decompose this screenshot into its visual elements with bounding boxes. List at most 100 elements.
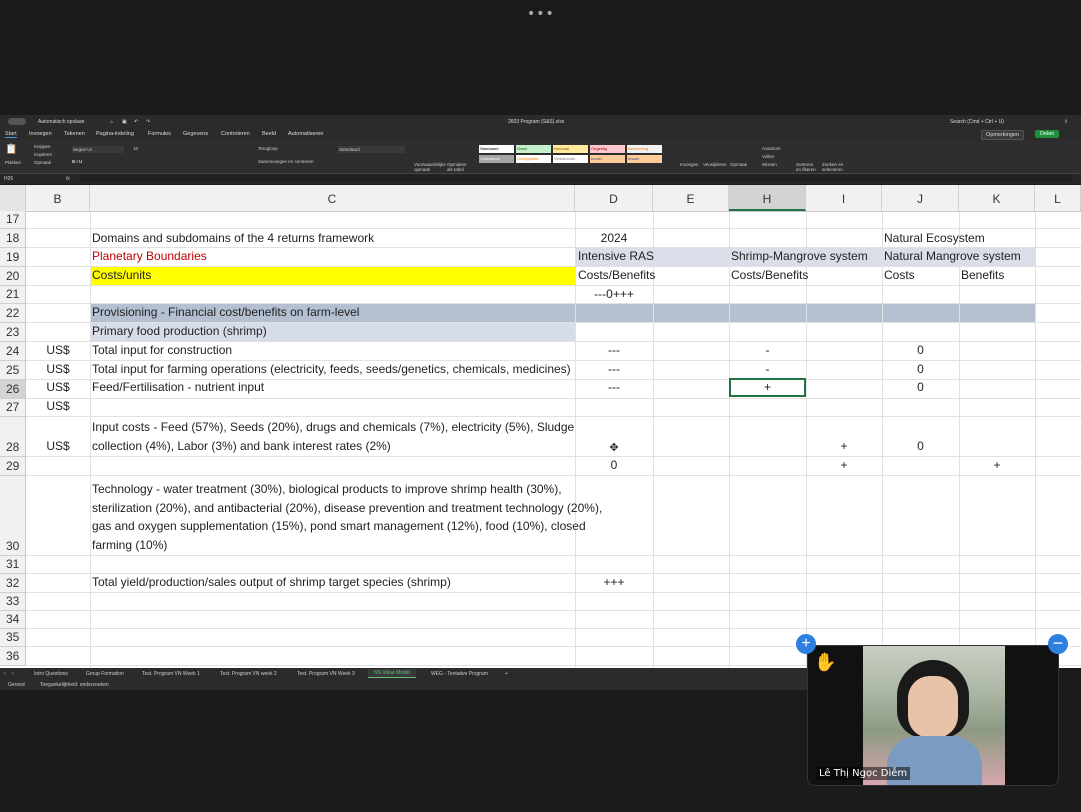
cell-style-neutraal[interactable]: Neutraal bbox=[553, 145, 588, 153]
row-header-22[interactable]: 22 bbox=[0, 304, 26, 323]
column-header-l[interactable]: L bbox=[1035, 185, 1081, 211]
row-header-17[interactable]: 17 bbox=[0, 211, 26, 229]
row-header-27[interactable]: 27 bbox=[0, 399, 26, 417]
column-header-b[interactable]: B bbox=[26, 185, 90, 211]
cell-c26[interactable]: Feed/Fertilisation - nutrient input bbox=[92, 378, 264, 396]
cell-style-goed[interactable]: Goed bbox=[516, 145, 551, 153]
row-header-31[interactable]: 31 bbox=[0, 556, 26, 574]
cell-c23[interactable]: Primary food production (shrimp) bbox=[92, 322, 267, 340]
accessibility-status[interactable]: Toegankelijkheid: onderzoeken bbox=[40, 682, 109, 688]
tab-page-layout[interactable]: Pagina-indeling bbox=[96, 131, 134, 137]
search-box[interactable]: Search (Cmd + Ctrl + U) bbox=[950, 119, 1004, 125]
find-select-button[interactable]: Zoeken en selecteren bbox=[822, 162, 844, 172]
conditional-format-button[interactable]: Voorwaardelijke opmaak bbox=[414, 162, 446, 172]
paste-label[interactable]: Plakken bbox=[5, 160, 21, 165]
cell-c18[interactable]: Domains and subdomains of the 4 returns … bbox=[92, 229, 374, 247]
autosum-button[interactable]: AutoSom bbox=[762, 146, 781, 151]
sheet-tab[interactable]: Test. Program VN week 2 bbox=[220, 671, 277, 677]
column-header-i[interactable]: I bbox=[806, 185, 882, 211]
cell-d25[interactable]: --- bbox=[575, 360, 653, 378]
tab-insert[interactable]: Invoegen bbox=[29, 131, 52, 137]
row-header-19[interactable]: 19 bbox=[0, 248, 26, 267]
undo-icon[interactable]: ↶ bbox=[134, 119, 138, 125]
tab-formulas[interactable]: Formules bbox=[148, 131, 171, 137]
copy-button[interactable]: Kopiëren bbox=[34, 152, 52, 157]
fill-button[interactable]: Vullen bbox=[762, 154, 774, 159]
cell-d18[interactable]: 2024 bbox=[575, 229, 653, 247]
cell-b26[interactable]: US$ bbox=[26, 378, 90, 396]
sheet-tab[interactable]: Test. Program VN Week 1 bbox=[142, 671, 200, 677]
cell-k20[interactable]: Benefits bbox=[961, 266, 1004, 284]
paste-icon[interactable]: 📋 bbox=[5, 144, 17, 155]
format-cells-button[interactable]: Opmaak bbox=[730, 162, 747, 167]
sheet-tab-active[interactable]: NS Value Model bbox=[368, 669, 416, 678]
cell-h25[interactable]: - bbox=[729, 360, 806, 378]
sheet-tab[interactable]: Intro Questions bbox=[34, 671, 68, 677]
bold-button[interactable]: B I U bbox=[72, 159, 82, 164]
cell-b24[interactable]: US$ bbox=[26, 341, 90, 359]
cell-d20[interactable]: Costs/Benefits bbox=[578, 266, 655, 284]
home-icon[interactable]: ⌂ bbox=[110, 119, 113, 125]
row-header-20[interactable]: 20 bbox=[0, 267, 26, 286]
cell-styles-gallery[interactable]: Standaard Goed Neutraal Ongeldig Berekening C… bbox=[479, 145, 669, 163]
cell-style-invoer[interactable]: Invoer bbox=[627, 155, 662, 163]
cell-j25[interactable]: 0 bbox=[882, 360, 959, 378]
row-header-24[interactable]: 24 bbox=[0, 342, 26, 361]
delete-cells-button[interactable]: Verwijderen bbox=[703, 162, 727, 167]
cell-b28[interactable]: US$ bbox=[26, 437, 90, 455]
cell-style-standaard[interactable]: Standaard bbox=[479, 145, 514, 153]
cell-j20[interactable]: Costs bbox=[884, 266, 915, 284]
share-icon[interactable]: ⇪ bbox=[1064, 119, 1068, 125]
autosave-toggle[interactable] bbox=[8, 118, 26, 125]
cell-j24[interactable]: 0 bbox=[882, 341, 959, 359]
cell-style-controlecel[interactable]: Controlecel bbox=[479, 155, 514, 163]
sheet-tab[interactable]: WEG - Tentative Program bbox=[431, 671, 488, 677]
cell-j19[interactable]: Natural Mangrove system bbox=[884, 247, 1021, 265]
window-menu-dots[interactable]: ••• bbox=[527, 6, 555, 22]
sort-filter-button[interactable]: Sorteren en filteren bbox=[796, 162, 818, 172]
tab-start[interactable]: Start bbox=[5, 131, 17, 138]
cell-style-ongeldig[interactable]: Ongeldig bbox=[590, 145, 625, 153]
row-header-18[interactable]: 18 bbox=[0, 229, 26, 248]
zoom-in-icon[interactable]: + bbox=[796, 634, 816, 654]
cell-c22[interactable]: Provisioning - Financial cost/benefits o… bbox=[92, 303, 359, 321]
column-header-e[interactable]: E bbox=[653, 185, 729, 211]
cell-d26[interactable]: --- bbox=[575, 378, 653, 396]
tab-data[interactable]: Gegevens bbox=[183, 131, 208, 137]
zoom-out-icon[interactable]: − bbox=[1048, 634, 1068, 654]
row-header-29[interactable]: 29 bbox=[0, 457, 26, 476]
cell-c30-line3[interactable]: gas and oxygen supplementation (15%), po… bbox=[92, 517, 586, 535]
wrap-text-button[interactable]: Terugloop bbox=[258, 146, 278, 151]
cell-d19[interactable]: Intensive RAS bbox=[578, 247, 654, 265]
cell-k29[interactable]: + bbox=[959, 456, 1035, 474]
column-header-d[interactable]: D bbox=[575, 185, 653, 211]
comments-button[interactable]: Opmerkingen bbox=[981, 130, 1025, 140]
row-header-30[interactable]: 30 bbox=[0, 476, 26, 556]
font-select[interactable]: Segoe UI bbox=[72, 146, 124, 153]
cell-c19[interactable]: Planetary Boundaries bbox=[92, 247, 207, 265]
cell-style-gekoppelde[interactable]: Gekoppelde bbox=[516, 155, 551, 163]
cell-c20[interactable]: Costs/units bbox=[92, 266, 151, 284]
tab-automate[interactable]: Automatiseren bbox=[288, 131, 323, 137]
cell-b27[interactable]: US$ bbox=[26, 397, 90, 415]
row-header-28[interactable]: 28 bbox=[0, 417, 26, 457]
cell-c30-line1[interactable]: Technology - water treatment (30%), biol… bbox=[92, 480, 562, 498]
cell-b25[interactable]: US$ bbox=[26, 360, 90, 378]
formula-input[interactable] bbox=[80, 175, 1072, 182]
row-header-33[interactable]: 33 bbox=[0, 593, 26, 611]
cell-d24[interactable]: --- bbox=[575, 341, 653, 359]
row-header-21[interactable]: 21 bbox=[0, 286, 26, 304]
cell-h19[interactable]: Shrimp-Mangrove system bbox=[731, 247, 868, 265]
cell-j26[interactable]: 0 bbox=[882, 378, 959, 396]
insert-cells-button[interactable]: Invoegen bbox=[680, 162, 699, 167]
cell-i29[interactable]: + bbox=[806, 456, 882, 474]
cell-i28[interactable]: + bbox=[806, 437, 882, 455]
column-header-k[interactable]: K bbox=[959, 185, 1035, 211]
cell-d29[interactable]: 0 bbox=[575, 456, 653, 474]
select-all-corner[interactable] bbox=[0, 185, 26, 211]
cell-style-verklarende[interactable]: Verklarende bbox=[553, 155, 588, 163]
share-button[interactable]: Delen bbox=[1035, 130, 1060, 138]
sheet-tab[interactable]: Group Formation bbox=[86, 671, 124, 677]
row-header-34[interactable]: 34 bbox=[0, 611, 26, 629]
name-box[interactable]: H26 bbox=[4, 176, 13, 182]
